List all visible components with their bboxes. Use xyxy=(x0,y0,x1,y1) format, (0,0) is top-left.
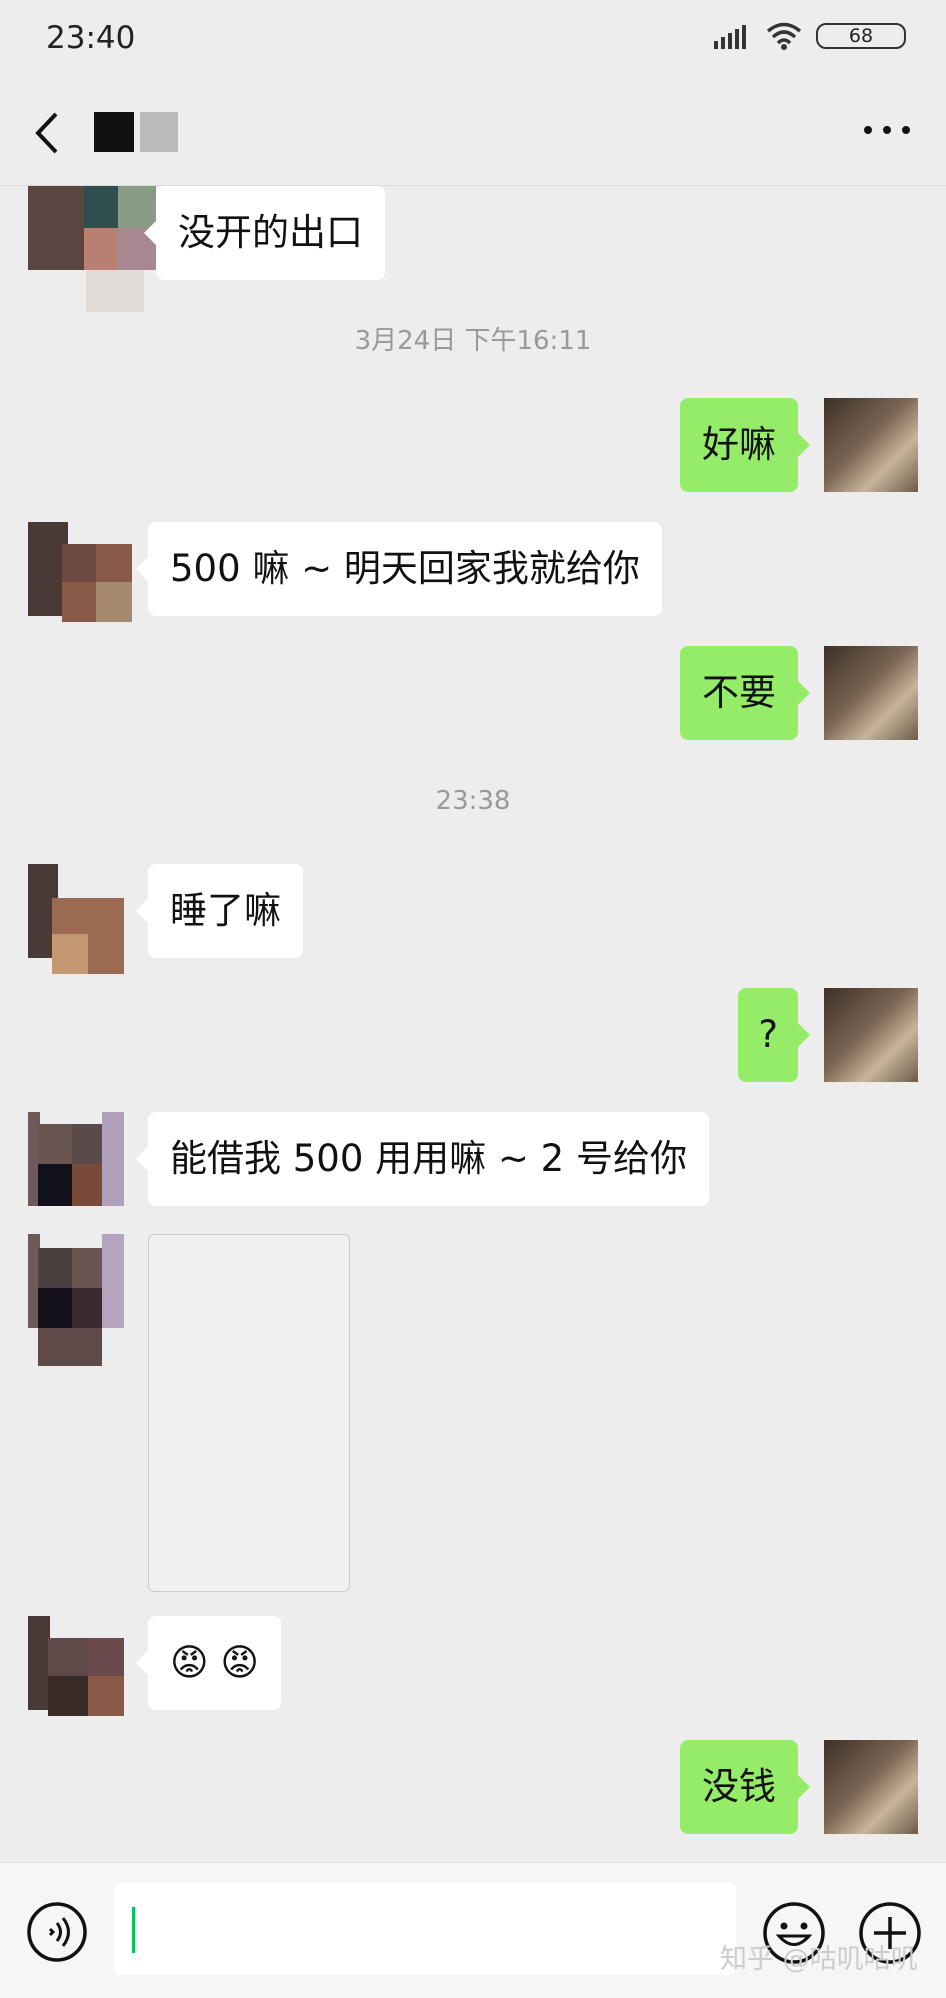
status-time: 23:40 xyxy=(46,20,136,56)
timestamp: 3月24日 下午16:11 xyxy=(354,326,592,356)
status-bar: 23:40 68 xyxy=(0,0,946,80)
input-bar: 知乎 @咕叽咕叽 xyxy=(0,1862,946,1998)
contact-avatar[interactable] xyxy=(28,522,132,622)
redacted-block xyxy=(94,112,134,152)
more-icon[interactable] xyxy=(862,120,912,140)
watermark: 知乎 @咕叽咕叽 xyxy=(720,1944,918,1975)
contact-avatar[interactable] xyxy=(28,1112,124,1206)
message-bubble-incoming[interactable]: 500 嘛 ~ 明天回家我就给你 xyxy=(136,522,662,616)
message-bubble-outgoing[interactable]: 没钱 xyxy=(680,1740,810,1834)
contact-avatar[interactable] xyxy=(28,1234,124,1366)
message-bubble-incoming[interactable]: 睡了嘛 xyxy=(136,864,303,958)
voice-icon[interactable] xyxy=(26,1901,88,1963)
wifi-icon xyxy=(766,22,802,50)
back-icon[interactable] xyxy=(28,108,68,158)
message-bubble-outgoing[interactable]: 不要 xyxy=(680,646,810,740)
timestamp: 23:38 xyxy=(435,786,511,816)
text-caret xyxy=(132,1907,135,1953)
message-bubble-outgoing[interactable]: ? xyxy=(738,988,810,1082)
redacted-block xyxy=(140,112,178,152)
my-avatar[interactable] xyxy=(824,1740,918,1834)
battery-indicator: 68 xyxy=(816,23,906,49)
status-icons: 68 xyxy=(714,22,906,50)
message-bubble-incoming[interactable]: 能借我 500 用用嘛 ~ 2 号给你 xyxy=(136,1112,709,1206)
chat-title-redacted xyxy=(94,112,178,152)
contact-avatar[interactable] xyxy=(28,186,156,312)
message-bubble-outgoing[interactable]: 好嘛 xyxy=(680,398,810,492)
message-bubble-incoming[interactable]: 😡 😡 xyxy=(136,1616,281,1710)
my-avatar[interactable] xyxy=(824,988,918,1082)
message-bubble-incoming[interactable]: 没开的出口 xyxy=(144,186,385,280)
my-avatar[interactable] xyxy=(824,398,918,492)
image-message[interactable] xyxy=(148,1234,350,1592)
nav-bar xyxy=(0,80,946,186)
contact-avatar[interactable] xyxy=(28,1616,124,1716)
contact-avatar[interactable] xyxy=(28,864,124,974)
my-avatar[interactable] xyxy=(824,646,918,740)
message-input[interactable] xyxy=(114,1883,736,1975)
signal-icon xyxy=(714,25,746,49)
